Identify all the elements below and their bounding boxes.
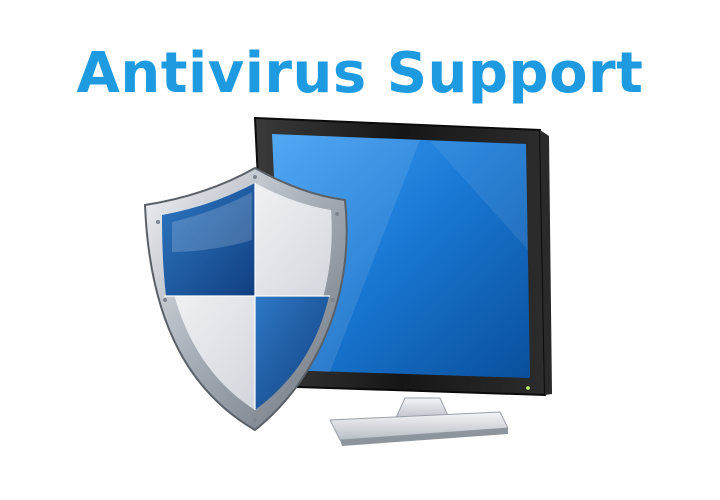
- hero-banner: Antivirus Support: [0, 0, 720, 500]
- shield-icon: [143, 166, 348, 432]
- antivirus-illustration: [143, 116, 552, 446]
